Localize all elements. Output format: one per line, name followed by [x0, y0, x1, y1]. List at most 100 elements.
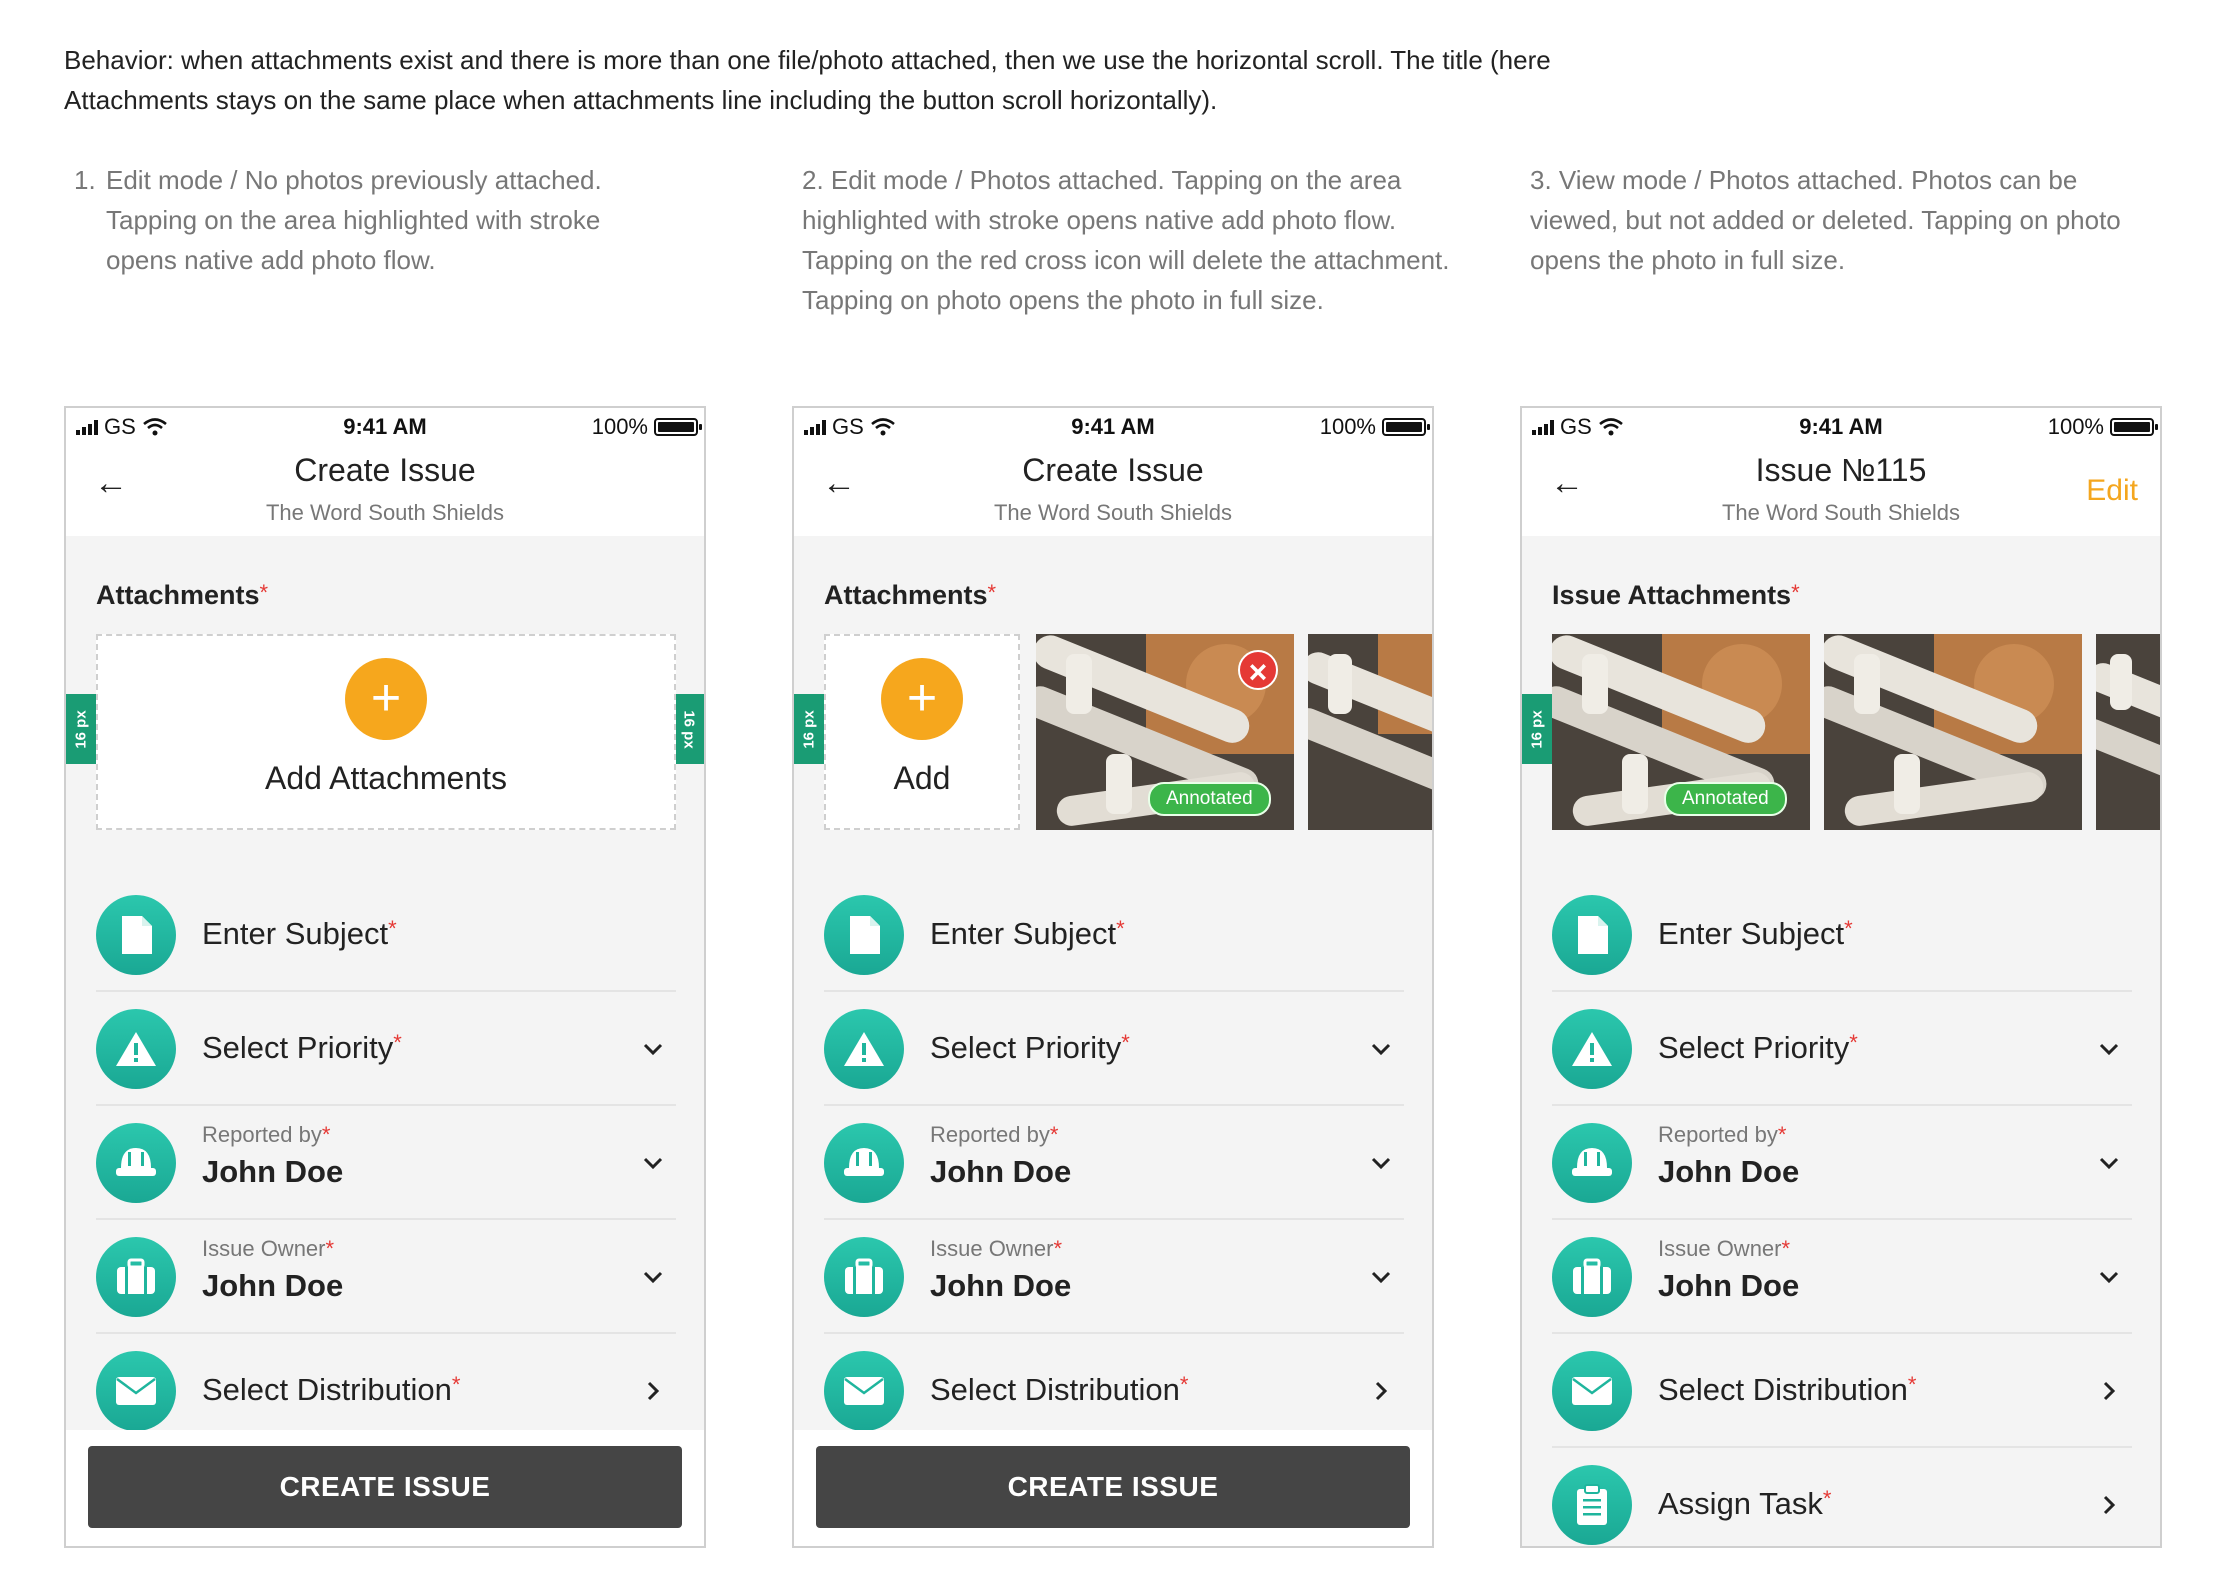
chevron-down-icon[interactable]: [2096, 1036, 2122, 1062]
attachment-photo[interactable]: Annotated: [1552, 634, 1810, 830]
attachments-label: Attachments*: [96, 580, 269, 610]
navigation-bar: GS 9:41 AM 100% ← Create Issue The Word …: [794, 408, 1432, 536]
attachment-photo[interactable]: [2096, 634, 2160, 830]
chevron-down-icon[interactable]: [1368, 1264, 1394, 1290]
attachment-photo[interactable]: × Annotated: [1036, 634, 1294, 830]
battery-icon: [654, 418, 702, 436]
distribution-select: Select Distribution*: [1658, 1372, 1917, 1407]
reported-by-label: Reported by*: [202, 1122, 331, 1147]
attachment-photo[interactable]: [1824, 634, 2082, 830]
issue-owner-row[interactable]: Issue Owner* John Doe: [96, 1220, 676, 1334]
annotated-badge: Annotated: [1148, 782, 1271, 816]
add-attachments-label: Add Attachments: [265, 760, 507, 796]
reported-by-label: Reported by*: [1658, 1122, 1787, 1147]
priority-row[interactable]: Select Priority*: [96, 992, 676, 1106]
reported-by-row[interactable]: Reported by* John Doe: [96, 1106, 676, 1220]
add-label: Add: [893, 760, 951, 796]
chevron-down-icon[interactable]: [1368, 1036, 1394, 1062]
document-icon: [1552, 895, 1632, 975]
plus-icon[interactable]: +: [881, 658, 963, 740]
distribution-select: Select Distribution*: [930, 1372, 1189, 1407]
briefcase-icon: [1552, 1237, 1632, 1317]
document-icon: [96, 895, 176, 975]
warning-icon: [96, 1009, 176, 1089]
navigation-bar: GS 9:41 AM 100% ← Issue №115 The Word So…: [1522, 408, 2160, 536]
create-issue-button[interactable]: CREATE ISSUE: [816, 1446, 1410, 1528]
phone-screen-edit-empty: GS 9:41 AM 100% ← Create Issue The Word …: [64, 406, 706, 1548]
chevron-down-icon[interactable]: [640, 1036, 666, 1062]
issue-owner-label: Issue Owner*: [1658, 1236, 1791, 1261]
priority-select: Select Priority*: [202, 1030, 402, 1065]
status-bar: GS 9:41 AM 100%: [794, 408, 1432, 439]
issue-owner-row[interactable]: Issue Owner* John Doe: [1552, 1220, 2132, 1334]
chevron-right-icon[interactable]: [640, 1378, 666, 1404]
briefcase-icon: [824, 1237, 904, 1317]
screen-title: Create Issue: [1022, 452, 1204, 488]
add-attachments-dropzone[interactable]: + Add Attachments: [96, 634, 676, 830]
reported-by-label: Reported by*: [930, 1122, 1059, 1147]
document-icon: [824, 895, 904, 975]
required-mark: *: [259, 580, 269, 605]
form-fields: Enter Subject* Select Priority* Reported…: [96, 878, 676, 1448]
issue-owner-row[interactable]: Issue Owner* John Doe: [824, 1220, 1404, 1334]
envelope-icon: [1552, 1351, 1632, 1431]
reported-by-row[interactable]: Reported by* John Doe: [1552, 1106, 2132, 1220]
screen-subtitle: The Word South Shields: [1721, 500, 1961, 525]
issue-attachments-label: Issue Attachments*: [1552, 580, 1800, 610]
subject-row[interactable]: Enter Subject*: [96, 878, 676, 992]
chevron-right-icon[interactable]: [2096, 1492, 2122, 1518]
form-fields: Enter Subject* Select Priority* Reported…: [1552, 878, 2132, 1546]
delete-attachment-icon[interactable]: ×: [1238, 650, 1278, 690]
chevron-down-icon[interactable]: [640, 1264, 666, 1290]
caption-view-mode: 3. View mode / Photos attached. Photos c…: [1530, 165, 2121, 275]
spacing-annotation-right: 16 px: [674, 694, 704, 764]
add-attachment-dropzone[interactable]: + Add: [824, 634, 1020, 830]
subject-row[interactable]: Enter Subject*: [824, 878, 1404, 992]
distribution-row[interactable]: Select Distribution*: [1552, 1334, 2132, 1448]
issue-owner-label: Issue Owner*: [202, 1236, 335, 1261]
subject-field: Enter Subject*: [202, 916, 397, 951]
reported-by-row[interactable]: Reported by* John Doe: [824, 1106, 1404, 1220]
caption-edit-photos: 2. Edit mode / Photos attached. Tapping …: [802, 165, 1450, 315]
plus-icon[interactable]: +: [345, 658, 427, 740]
issue-owner-value: John Doe: [930, 1268, 1072, 1303]
spacing-annotation-left: 16 px: [66, 694, 96, 764]
battery-percent: 100%: [591, 414, 648, 439]
chevron-down-icon[interactable]: [640, 1150, 666, 1176]
priority-row[interactable]: Select Priority*: [1552, 992, 2132, 1106]
assign-task-row[interactable]: Assign Task*: [1552, 1448, 2132, 1546]
status-bar: GS 9:41 AM 100%: [1522, 408, 2160, 439]
attachments-label: Attachments*: [824, 580, 997, 610]
clipboard-icon: [1552, 1465, 1632, 1545]
edit-button[interactable]: Edit: [2086, 474, 2138, 508]
battery-icon: [2110, 418, 2158, 436]
screen-title: Issue №115: [1755, 452, 1927, 488]
screen-subtitle: The Word South Shields: [265, 500, 505, 525]
pipes-photo: [1308, 634, 1432, 830]
caption-edit-no-photos: 1. Edit mode / No photos previously attac…: [74, 165, 602, 275]
screen-subtitle: The Word South Shields: [993, 500, 1233, 525]
hard-hat-icon: [96, 1123, 176, 1203]
battery-percent: 100%: [2047, 414, 2104, 439]
hard-hat-icon: [1552, 1123, 1632, 1203]
chevron-down-icon[interactable]: [2096, 1264, 2122, 1290]
behavior-description: Behavior: when attachments exist and the…: [64, 45, 1551, 115]
pipes-photo: [2096, 634, 2160, 830]
priority-row[interactable]: Select Priority*: [824, 992, 1404, 1106]
spacing-annotation-left: 16 px: [1522, 694, 1552, 764]
bottom-action-area: CREATE ISSUE: [794, 1430, 1432, 1546]
chevron-down-icon[interactable]: [2096, 1150, 2122, 1176]
screen-title: Create Issue: [294, 452, 476, 488]
attachment-photo[interactable]: [1308, 634, 1432, 830]
bottom-action-area: CREATE ISSUE: [66, 1430, 704, 1546]
priority-select: Select Priority*: [1658, 1030, 1858, 1065]
create-issue-button[interactable]: CREATE ISSUE: [88, 1446, 682, 1528]
chevron-right-icon[interactable]: [1368, 1378, 1394, 1404]
form-fields: Enter Subject* Select Priority* Reported…: [824, 878, 1404, 1448]
reported-by-value: John Doe: [930, 1154, 1072, 1189]
chevron-down-icon[interactable]: [1368, 1150, 1394, 1176]
issue-owner-label: Issue Owner*: [930, 1236, 1063, 1261]
chevron-right-icon[interactable]: [2096, 1378, 2122, 1404]
phone-screen-edit-photos: GS 9:41 AM 100% ← Create Issue The Word …: [792, 406, 1434, 1548]
subject-row[interactable]: Enter Subject*: [1552, 878, 2132, 992]
